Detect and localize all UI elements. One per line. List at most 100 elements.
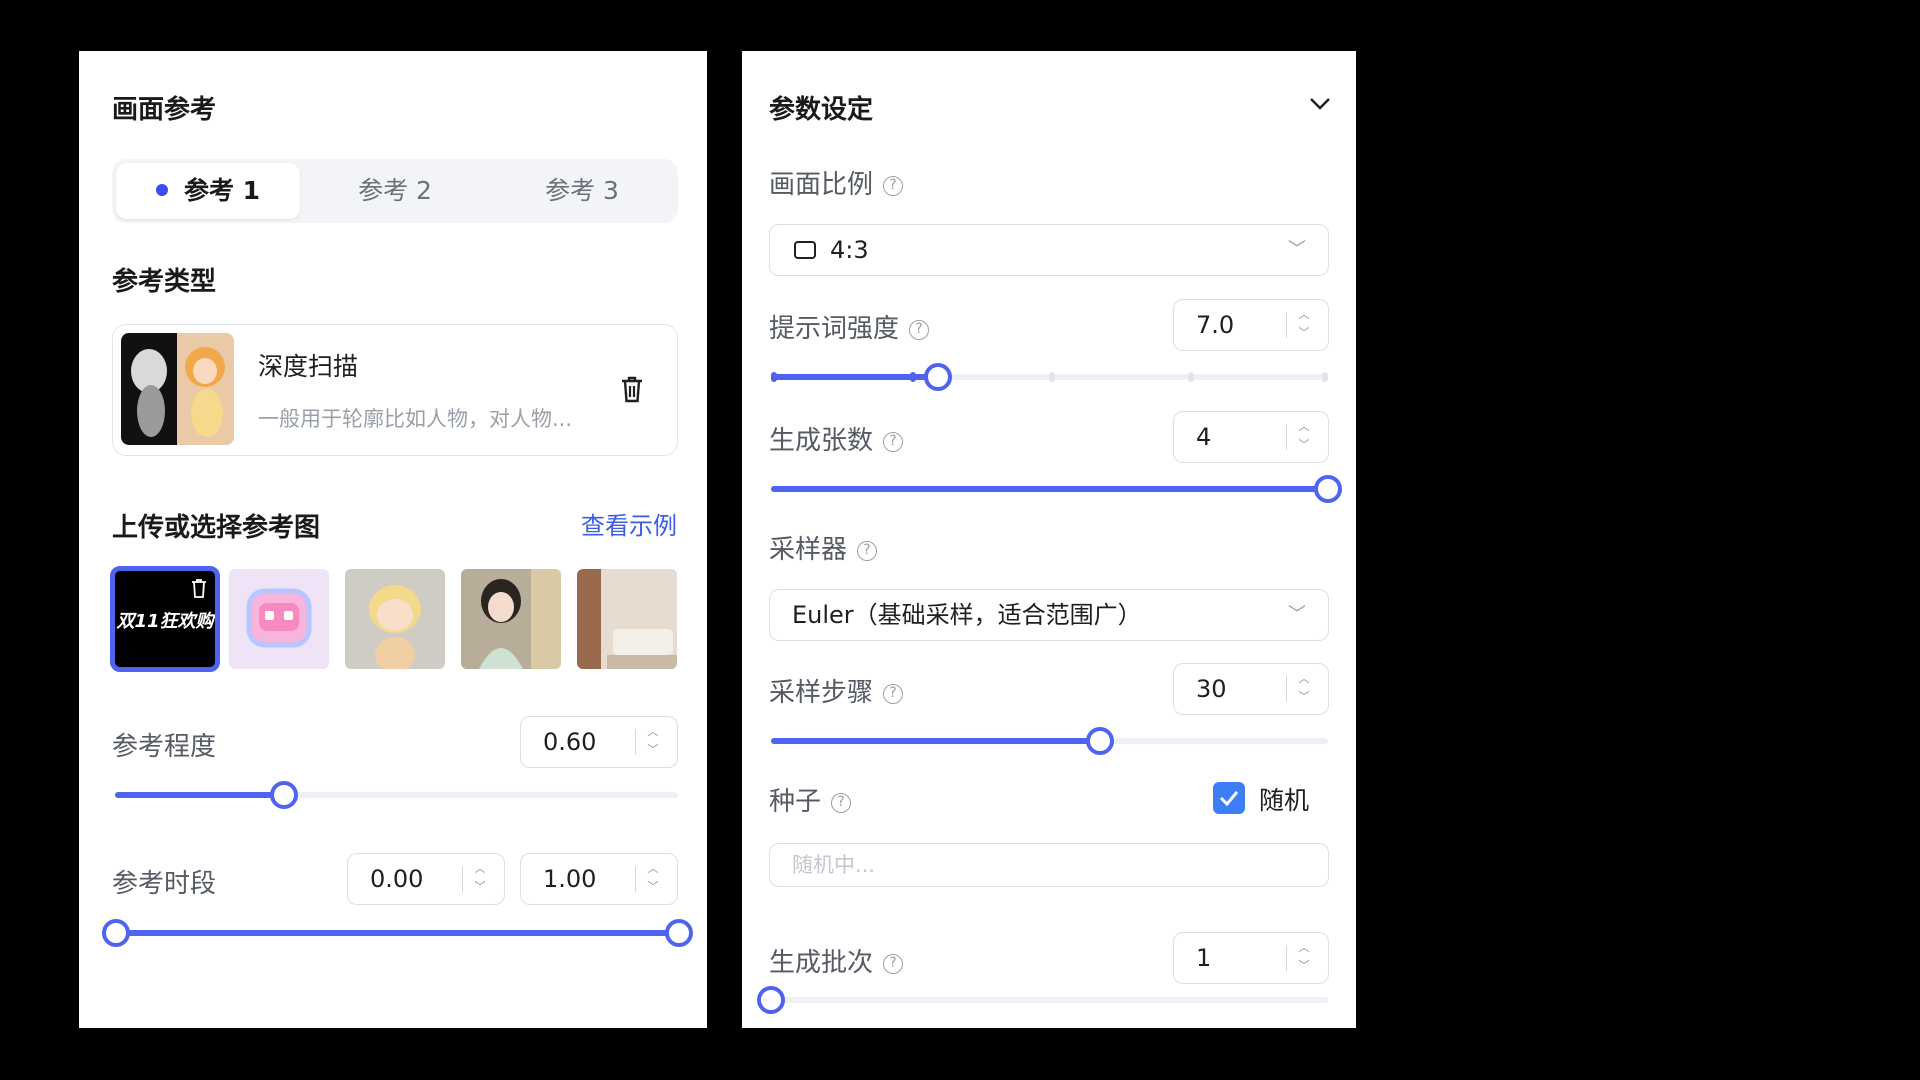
strength-number-input[interactable]: 0.60 ︿ ﹀ — [520, 716, 678, 768]
reference-image-robot[interactable] — [229, 569, 329, 669]
slider-handle[interactable] — [757, 986, 785, 1014]
depth-scan-thumbnail — [121, 333, 234, 445]
stepper-arrows-icon[interactable]: ︿ ﹀ — [1296, 418, 1312, 454]
help-icon[interactable]: ? — [883, 953, 904, 974]
prompt-strength-value: 7.0 — [1196, 311, 1235, 339]
chevron-down-icon: ﹀ — [1288, 239, 1306, 260]
strength-value: 0.60 — [543, 728, 597, 756]
help-icon[interactable]: ? — [883, 431, 904, 452]
slider-fill — [771, 486, 1328, 492]
view-example-link[interactable]: 查看示例 — [581, 506, 677, 541]
count-slider[interactable] — [771, 475, 1342, 503]
seed-label-text: 种子 — [769, 787, 822, 817]
stepper-arrows-icon[interactable]: ︿ ﹀ — [1296, 939, 1312, 975]
steps-slider[interactable] — [771, 727, 1328, 755]
period-end-input[interactable]: 1.00 ︿ ﹀ — [520, 853, 678, 905]
tab-label: 参考 2 — [358, 176, 432, 205]
batch-label-text: 生成批次 — [769, 948, 874, 978]
slider-rail — [771, 997, 1328, 1003]
reference-image-room[interactable] — [577, 569, 677, 669]
ratio-label-text: 画面比例 — [769, 170, 874, 200]
panel-title: 画面参考 — [112, 95, 217, 125]
help-icon[interactable]: ? — [857, 540, 878, 561]
seed-placeholder: 随机中... — [792, 853, 876, 877]
stepper-divider — [1286, 312, 1287, 338]
tab-label: 参考 1 — [183, 176, 261, 205]
prompt-strength-label: 提示词强度? — [769, 308, 930, 345]
reference-tabs: 参考 1 参考 2 参考 3 — [112, 159, 678, 223]
help-icon[interactable]: ? — [883, 683, 904, 704]
sampler-select[interactable]: Euler（基础采样，适合范围广） ﹀ — [769, 589, 1329, 641]
aspect-ratio-icon — [794, 241, 816, 259]
stepper-divider — [1286, 676, 1287, 702]
ratio-value: 4:3 — [830, 236, 869, 264]
reference-panel: 画面参考 参考 1 参考 2 参考 3 参考类型 深度扫描 一般用于轮廓比如人物… — [79, 51, 707, 1028]
stepper-arrows-icon[interactable]: ︿ ﹀ — [645, 723, 661, 759]
ratio-select[interactable]: 4:3 ﹀ — [769, 224, 1329, 276]
chevron-down-icon[interactable] — [1308, 93, 1332, 113]
help-icon[interactable]: ? — [883, 175, 904, 196]
period-label: 参考时段 — [112, 869, 217, 899]
thumb-caption: 双11狂欢购 — [116, 611, 214, 632]
sampler-label: 采样器? — [769, 529, 878, 566]
stepper-arrows-icon[interactable]: ︿ ﹀ — [1296, 670, 1312, 706]
slider-handle[interactable] — [1085, 727, 1114, 755]
tab-reference-2[interactable]: 参考 2 — [303, 163, 487, 219]
parameters-panel: 参数设定 画面比例? 4:3 ﹀ 提示词强度? 7.0 ︿ ﹀ 生成张数? 4 ︿… — [742, 51, 1356, 1028]
seed-input[interactable]: 随机中... — [769, 843, 1329, 887]
strength-slider[interactable] — [115, 781, 678, 809]
slider-handle[interactable] — [269, 781, 298, 809]
count-input[interactable]: 4 ︿ ﹀ — [1173, 411, 1329, 463]
period-start-value: 0.00 — [370, 865, 424, 893]
stepper-arrows-icon[interactable]: ︿ ﹀ — [472, 860, 488, 896]
reference-type-card[interactable]: 深度扫描 一般用于轮廓比如人物，对人物... — [112, 324, 678, 456]
slider-step-mark — [1322, 372, 1328, 382]
steps-label-text: 采样步骤 — [769, 678, 874, 708]
steps-input[interactable]: 30 ︿ ﹀ — [1173, 663, 1329, 715]
slider-handle-end[interactable] — [665, 919, 693, 947]
random-checkbox[interactable] — [1213, 782, 1245, 814]
slider-step-mark — [771, 372, 777, 382]
trash-icon[interactable] — [189, 577, 209, 599]
help-icon[interactable]: ? — [831, 792, 852, 813]
stepper-arrows-icon[interactable]: ︿ ﹀ — [645, 860, 661, 896]
prompt-strength-slider[interactable] — [771, 363, 1328, 391]
batch-slider[interactable] — [757, 986, 1328, 1014]
period-start-input[interactable]: 0.00 ︿ ﹀ — [347, 853, 505, 905]
trash-icon[interactable] — [618, 373, 646, 405]
help-icon[interactable]: ? — [909, 319, 930, 340]
slider-step-mark — [1049, 372, 1055, 382]
sampler-label-text: 采样器 — [769, 535, 848, 565]
ratio-label: 画面比例? — [769, 164, 904, 201]
reference-type-name: 深度扫描 — [258, 352, 359, 381]
slider-handle[interactable] — [924, 363, 953, 391]
count-label-text: 生成张数 — [769, 426, 874, 456]
slider-handle-start[interactable] — [102, 919, 130, 947]
stepper-divider — [1286, 945, 1287, 971]
reference-image-doll[interactable] — [345, 569, 445, 669]
batch-input[interactable]: 1 ︿ ﹀ — [1173, 932, 1329, 984]
period-range-slider[interactable] — [102, 919, 693, 947]
slider-handle[interactable] — [1314, 475, 1342, 503]
count-label: 生成张数? — [769, 420, 904, 457]
sampler-value: Euler（基础采样，适合范围广） — [792, 601, 1142, 629]
check-icon — [1219, 791, 1239, 807]
tab-reference-3[interactable]: 参考 3 — [490, 163, 674, 219]
panel-title: 参数设定 — [769, 95, 874, 125]
steps-value: 30 — [1196, 675, 1227, 703]
slider-step-mark — [910, 372, 916, 382]
reference-image-selected[interactable]: 双11狂欢购 — [110, 566, 220, 672]
slider-fill — [115, 792, 284, 798]
reference-image-girl[interactable] — [461, 569, 561, 669]
period-end-value: 1.00 — [543, 865, 597, 893]
prompt-strength-input[interactable]: 7.0 ︿ ﹀ — [1173, 299, 1329, 351]
count-value: 4 — [1196, 423, 1212, 451]
upload-title: 上传或选择参考图 — [112, 513, 321, 543]
chevron-down-icon: ﹀ — [1288, 604, 1306, 625]
batch-value: 1 — [1196, 944, 1212, 972]
slider-fill — [116, 930, 679, 936]
strength-label: 参考程度 — [112, 732, 217, 762]
active-dot-icon — [155, 184, 168, 196]
tab-reference-1[interactable]: 参考 1 — [116, 163, 300, 219]
stepper-arrows-icon[interactable]: ︿ ﹀ — [1296, 306, 1312, 342]
